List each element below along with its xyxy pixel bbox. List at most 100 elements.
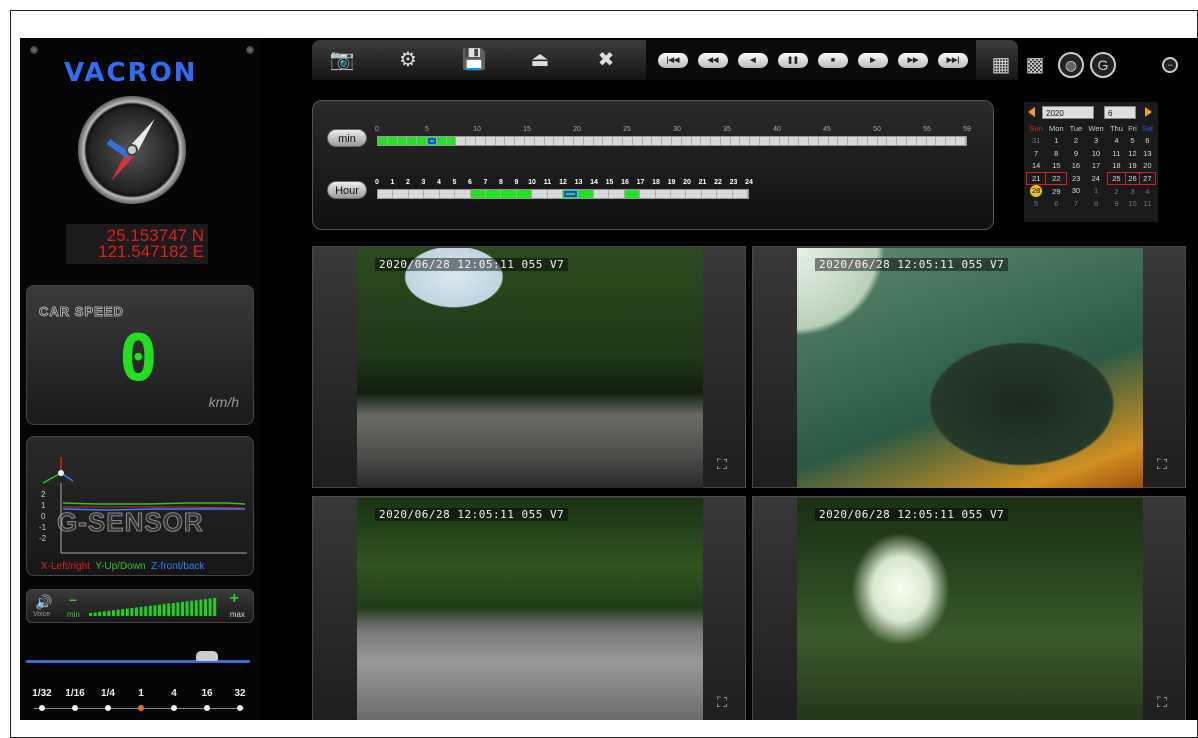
playback-button[interactable]: ▶▶| [938, 53, 968, 68]
calendar-day[interactable]: 5 [1126, 135, 1139, 148]
camera-feed[interactable]: 2020/06/28 12:05:11 055 V7 [797, 498, 1143, 720]
camera-feed[interactable]: 2020/06/28 12:05:11 055 V7 [797, 248, 1143, 488]
calendar-day[interactable]: 29 [1046, 185, 1067, 198]
playback-button[interactable]: ▶ [858, 53, 888, 68]
gsensor-panel: G-SENSOR 2 1 0 -1 -2 X-Left/right Y-Up/D… [26, 436, 254, 576]
camera-feed[interactable]: 2020/06/28 12:05:11 055 V7 [357, 498, 703, 720]
calendar-day[interactable]: 9 [1107, 197, 1126, 210]
hour-button[interactable]: Hour [327, 181, 367, 199]
calendar-day[interactable]: 8 [1085, 197, 1107, 210]
calendar-day[interactable]: 3 [1085, 135, 1107, 148]
minute-cell [917, 137, 927, 145]
calendar-day[interactable]: 2 [1107, 185, 1126, 198]
calendar-day[interactable]: 2 [1067, 135, 1085, 148]
playback-speed-stop[interactable] [39, 705, 45, 711]
fullscreen-icon[interactable]: ⛶ [1151, 691, 1173, 713]
camera-cell[interactable]: 2020/06/28 12:05:11 055 V7 ⛶ [312, 246, 746, 488]
calendar-day[interactable]: 10 [1126, 197, 1139, 210]
hour-tick: 5 [452, 179, 457, 186]
calendar-day[interactable]: 1 [1085, 185, 1107, 198]
camera-cell[interactable]: 2020/06/28 12:05:11 055 V7 ⛶ [312, 496, 746, 720]
calendar-day[interactable]: 25 [1106, 171, 1127, 185]
calendar-day[interactable]: 27 [1138, 171, 1157, 185]
calendar-day[interactable]: 8 [1046, 147, 1067, 160]
volume-bar [125, 608, 129, 616]
calendar-day[interactable]: 10 [1085, 147, 1107, 160]
minute-scale: 0 5 10 15 20 25 30 35 40 45 50 55 59 [375, 126, 971, 134]
month-select[interactable]: 6 [1104, 106, 1136, 119]
playback-speed-stop[interactable] [72, 705, 78, 711]
tools-icon[interactable]: ✖ [586, 46, 626, 74]
minimize-button[interactable]: − [1162, 57, 1178, 73]
prev-month-icon[interactable] [1028, 107, 1035, 117]
calendar-day[interactable]: 13 [1139, 147, 1155, 160]
playback-button[interactable]: ◀ [738, 53, 768, 68]
calendar-day[interactable]: 14 [1027, 160, 1046, 173]
calendar-day[interactable]: 7 [1027, 147, 1046, 160]
hour-tick: 0 [375, 179, 379, 186]
calendar-day[interactable]: 1 [1046, 135, 1067, 148]
fullscreen-icon[interactable]: ⛶ [711, 453, 733, 475]
globe-icon[interactable]: ◍ [1058, 52, 1084, 78]
calendar-day[interactable]: 19 [1126, 160, 1139, 173]
hour-scale: 0 1 2 3 4 5 6 7 8 9 10 11 12 13 14 15 16 17 18 19 20 21 22 23 24 [375, 179, 755, 187]
quad-view-icon[interactable]: ▦ [988, 52, 1014, 78]
calendar-day[interactable]: 11 [1107, 147, 1126, 160]
hour-timeline-bar[interactable] [377, 189, 749, 199]
calendar-day[interactable]: 17 [1085, 160, 1107, 173]
playback-speed-stop[interactable] [138, 705, 144, 711]
playback-button[interactable]: ■ [818, 53, 848, 68]
minute-timeline-bar[interactable] [377, 136, 967, 146]
camera-icon[interactable]: 📷 [322, 46, 362, 74]
calendar-day[interactable]: 23 [1067, 172, 1085, 185]
volume-up-button[interactable]: + [230, 590, 239, 608]
volume-down-button[interactable]: − [69, 592, 77, 608]
playback-button[interactable]: ◀◀ [698, 53, 728, 68]
car-icon[interactable] [196, 651, 218, 661]
playback-button[interactable]: |◀◀ [658, 53, 688, 68]
year-select[interactable]: 2020 [1042, 106, 1094, 119]
calendar-day[interactable]: 31 [1027, 135, 1046, 148]
calendar-day[interactable]: 6 [1046, 197, 1067, 210]
playback-speed-stop[interactable] [204, 705, 210, 711]
calendar-day[interactable]: 4 [1107, 135, 1126, 148]
save-icon[interactable]: 💾 [454, 46, 494, 74]
nine-view-icon[interactable]: ▩ [1022, 52, 1048, 78]
playback-speed-stop[interactable] [105, 705, 111, 711]
speaker-icon[interactable]: 🔊 [35, 594, 52, 611]
calendar-day[interactable]: 9 [1067, 147, 1085, 160]
next-month-icon[interactable] [1145, 107, 1152, 117]
calendar-day[interactable]: 21 [1025, 171, 1047, 185]
calendar-day[interactable]: 16 [1067, 160, 1085, 173]
calendar-day[interactable]: 28 [1027, 185, 1046, 197]
hour-tick: 23 [729, 179, 738, 186]
google-earth-icon[interactable]: G [1090, 52, 1116, 78]
camera-feed[interactable]: 2020/06/28 12:05:11 055 V7 [357, 248, 703, 488]
calendar-day[interactable]: 6 [1139, 135, 1155, 148]
fullscreen-icon[interactable]: ⛶ [711, 691, 733, 713]
calendar-day[interactable]: 18 [1107, 160, 1126, 173]
calendar-day[interactable]: 20 [1139, 160, 1155, 173]
playback-button[interactable]: ▶▶ [898, 53, 928, 68]
calendar-day[interactable]: 5 [1027, 197, 1046, 210]
calendar-day[interactable]: 15 [1046, 160, 1067, 173]
playback-speed-stop[interactable] [171, 705, 177, 711]
camera-cell[interactable]: 2020/06/28 12:05:11 055 V7 ⛶ [752, 246, 1186, 488]
settings-icon[interactable]: ⚙ [388, 46, 428, 74]
calendar-day[interactable]: 11 [1139, 197, 1155, 210]
calendar-day[interactable]: 30 [1067, 185, 1085, 198]
calendar-day[interactable]: 24 [1085, 172, 1107, 185]
calendar-day[interactable]: 7 [1067, 197, 1085, 210]
export-icon[interactable]: ⏏ [520, 46, 560, 74]
min-button[interactable]: min [327, 129, 367, 147]
calendar-day[interactable]: 22 [1045, 171, 1068, 185]
playback-speed-stop[interactable] [237, 705, 243, 711]
volume-slider[interactable] [89, 596, 221, 616]
calendar-day[interactable]: 26 [1125, 171, 1140, 185]
calendar-day[interactable]: 12 [1126, 147, 1139, 160]
calendar-day[interactable]: 4 [1139, 185, 1155, 198]
fullscreen-icon[interactable]: ⛶ [1151, 453, 1173, 475]
calendar-day[interactable]: 3 [1126, 185, 1139, 198]
camera-cell[interactable]: 2020/06/28 12:05:11 055 V7 ⛶ [752, 496, 1186, 720]
playback-button[interactable]: ❚❚ [778, 53, 808, 68]
